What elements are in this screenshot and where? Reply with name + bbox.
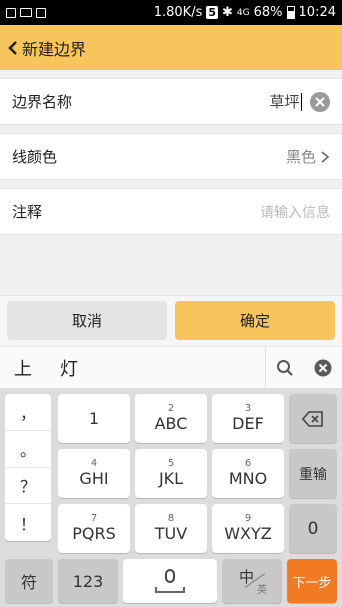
language-toggle: 中 英 [237, 566, 267, 596]
close-keyboard-button[interactable] [304, 347, 342, 388]
key-3[interactable]: 3 DEF [212, 394, 284, 443]
punct-key[interactable]: ！ [5, 504, 51, 541]
candidate-item[interactable]: 灯 [46, 355, 92, 381]
space-key[interactable] [123, 559, 217, 603]
color-label: 线颜色 [12, 148, 58, 166]
punct-key[interactable]: ？ [5, 468, 51, 505]
key-7[interactable]: 7 PQRS [58, 504, 130, 553]
backspace-key[interactable] [289, 394, 337, 443]
key-letters: WXYZ [224, 523, 272, 543]
key-letters: JKL [158, 468, 184, 488]
app-header: 新建边界 [0, 25, 342, 70]
number-mode-key[interactable]: 123 [58, 559, 118, 603]
key-letters: 1 [88, 408, 100, 428]
key-number: 6 [244, 457, 252, 469]
clock: 10:24 [298, 5, 336, 20]
color-value: 黑色 [285, 148, 316, 166]
confirm-button[interactable]: 确定 [175, 301, 335, 340]
back-button[interactable] [4, 40, 22, 56]
key-5[interactable]: 5 JKL [135, 449, 207, 498]
key-number: 3 [244, 402, 252, 414]
color-selector[interactable]: 黑色 [286, 146, 330, 167]
key-number: 7 [90, 512, 98, 524]
chevron-right-icon [321, 150, 330, 163]
close-icon [315, 96, 325, 107]
name-field[interactable]: 草坪 [269, 91, 330, 112]
note-placeholder: 请输入信息 [260, 204, 330, 221]
key-8[interactable]: 8 TUV [135, 504, 207, 553]
notification-icon [6, 7, 16, 18]
close-circle-icon [314, 359, 332, 376]
punct-key[interactable]: ， [5, 394, 51, 431]
key-2[interactable]: 2 ABC [135, 394, 207, 443]
image-icon [36, 7, 46, 18]
key-0[interactable]: 0 [289, 504, 337, 553]
key-number: 9 [244, 512, 252, 524]
key-4[interactable]: 4 GHI [58, 449, 130, 498]
chevron-left-icon [8, 40, 17, 55]
key-number: 8 [167, 512, 175, 524]
microphone-icon [165, 569, 175, 583]
key-letters: ABC [154, 413, 188, 433]
cancel-button[interactable]: 取消 [7, 301, 167, 340]
search-icon [277, 359, 293, 376]
key-letters: PQRS [72, 523, 116, 543]
language-switch-key[interactable]: 中 英 [222, 559, 282, 603]
search-button[interactable] [266, 347, 304, 388]
key-9[interactable]: 9 WXYZ [212, 504, 284, 553]
lang-en: 英 [257, 585, 267, 596]
status-right: 1.80K/s 5 ✱ 4G 68% 10:24 [154, 5, 342, 20]
ime-candidate-bar: 上 灯 [0, 347, 342, 389]
punct-key[interactable]: 。 [5, 431, 51, 468]
note-row: 注释 请输入信息 [0, 188, 342, 235]
signal-4g: 4G [236, 7, 250, 18]
name-value: 草坪 [269, 93, 300, 111]
lang-zh: 中 [239, 568, 255, 586]
symbol-key[interactable]: 符 [5, 559, 53, 603]
key-number: 4 [90, 457, 98, 469]
page-title: 新建边界 [22, 39, 87, 59]
name-row: 边界名称 草坪 [0, 78, 342, 125]
reenter-key[interactable]: 重输 [289, 449, 337, 498]
next-step-key[interactable]: 下一步 [287, 559, 337, 603]
status-left [0, 7, 46, 18]
battery-icon [286, 6, 295, 19]
ime-keyboard: ， 。 ？ ！ 1 2 ABC 3 DEF 4 GHI 5 JKL 6 MNO … [0, 389, 342, 607]
bluetooth-icon: ✱ [222, 5, 233, 20]
color-row[interactable]: 线颜色 黑色 [0, 133, 342, 180]
battery-percent: 68% [253, 5, 283, 20]
candidate-item[interactable]: 上 [0, 355, 46, 381]
video-icon [20, 8, 32, 17]
s5-badge-icon: 5 [206, 6, 219, 19]
key-number: 2 [167, 402, 175, 414]
key-6[interactable]: 6 MNO [212, 449, 284, 498]
clear-button[interactable] [310, 91, 330, 112]
key-letters: MNO [228, 468, 268, 488]
note-input[interactable]: 请输入信息 [260, 202, 330, 222]
note-label: 注释 [12, 203, 43, 221]
text-caret [300, 92, 302, 111]
key-letters: TUV [154, 523, 188, 543]
name-label: 边界名称 [12, 93, 73, 111]
status-bar: 1.80K/s 5 ✱ 4G 68% 10:24 [0, 0, 342, 25]
action-bar: 取消 确定 [0, 295, 342, 345]
space-icon [155, 587, 185, 593]
network-speed: 1.80K/s [153, 5, 203, 20]
punctuation-column: ， 。 ？ ！ [5, 394, 51, 541]
key-letters: DEF [232, 413, 264, 433]
key-1[interactable]: 1 [58, 394, 130, 443]
key-letters: GHI [79, 468, 109, 488]
candidate-tools [265, 347, 342, 388]
backspace-icon [302, 410, 323, 427]
key-number: 5 [167, 457, 175, 469]
